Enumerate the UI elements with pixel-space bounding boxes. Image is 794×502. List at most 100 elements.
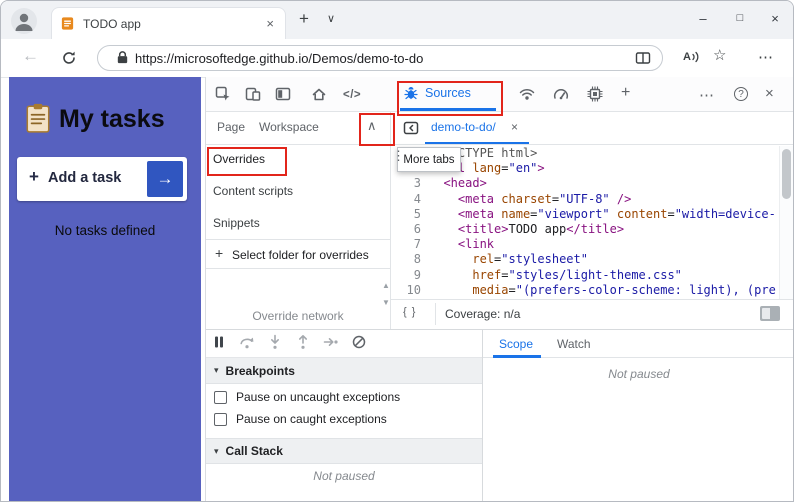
bug-icon	[404, 87, 418, 100]
scope-active-underline	[493, 355, 541, 358]
read-aloud-letter: A	[683, 51, 691, 63]
select-folder-button[interactable]: Select folder for overrides	[232, 248, 369, 262]
browser-window: TODO app × + ∨ – □ × ← https://microsoft…	[0, 0, 794, 502]
browser-settings-more-icon[interactable]: ⋯	[758, 48, 773, 66]
code-line: 6 <title>TODO app</title>	[391, 222, 779, 237]
menu-item-overrides[interactable]: Overrides	[213, 152, 265, 166]
pause-uncaught-label: Pause on uncaught exceptions	[236, 390, 401, 404]
code-line: 4 <meta charset="UTF-8" />	[391, 192, 779, 207]
hide-navigator-icon[interactable]	[403, 120, 419, 136]
person-icon	[15, 13, 33, 31]
line-number[interactable]: 8	[391, 252, 429, 267]
step-out-icon[interactable]	[295, 334, 311, 350]
more-options-icon[interactable]: ⋮	[392, 148, 405, 164]
close-window-button[interactable]: ×	[763, 11, 787, 26]
split-screen-icon[interactable]	[635, 50, 651, 66]
url-text[interactable]: https://microsoftedge.github.io/Demos/de…	[135, 51, 423, 66]
favorites-star-icon[interactable]: ☆	[713, 46, 726, 64]
devtools-more-icon[interactable]: ⋯	[699, 86, 714, 104]
step-over-icon[interactable]	[239, 334, 255, 350]
tab-list-chevron-icon[interactable]: ∨	[327, 12, 335, 25]
sources-tab-label: Sources	[425, 86, 471, 100]
add-task-arrow-box[interactable]: →	[147, 161, 183, 197]
code-line: 9 href="styles/light-theme.css"	[391, 268, 779, 283]
tab-close-icon[interactable]: ×	[263, 16, 277, 31]
maximize-button[interactable]: □	[728, 12, 752, 24]
line-number[interactable]: 3	[391, 176, 429, 191]
pause-caught-row[interactable]: Pause on caught exceptions	[214, 412, 387, 426]
navigator-tab-page[interactable]: Page	[217, 120, 245, 134]
code-text: <title>TODO app</title>	[457, 222, 625, 237]
app-title: My tasks	[59, 105, 165, 133]
scroll-down-icon[interactable]: ▼	[382, 298, 390, 307]
devtools-help-icon[interactable]: ?	[734, 87, 748, 101]
editor-scrollbar-thumb[interactable]	[782, 149, 791, 199]
menu-divider	[206, 239, 390, 240]
new-tab-button[interactable]: +	[299, 9, 309, 29]
welcome-home-icon[interactable]	[311, 86, 327, 102]
editor-tab-underline	[425, 142, 529, 144]
select-folder-plus-icon[interactable]: +	[215, 245, 223, 261]
tab-scope[interactable]: Scope	[499, 337, 533, 351]
inspect-icon[interactable]	[215, 86, 231, 102]
device-emulation-icon[interactable]	[245, 86, 261, 102]
line-number[interactable]: 5	[391, 207, 429, 222]
scroll-up-icon[interactable]: ▲	[382, 281, 390, 290]
override-network-text: Override network	[252, 309, 344, 323]
elements-code-icon[interactable]: </>	[343, 89, 361, 101]
tab-title: TODO app	[83, 16, 141, 31]
scope-pane-divider	[482, 330, 483, 501]
line-number[interactable]: 6	[391, 222, 429, 237]
step-into-icon[interactable]	[267, 334, 283, 350]
line-number[interactable]: 10	[391, 283, 429, 298]
code-line: 5 <meta name="viewport" content="width=d…	[391, 207, 779, 222]
step-icon[interactable]	[323, 334, 339, 350]
performance-icon[interactable]	[553, 86, 569, 102]
menu-item-content-scripts[interactable]: Content scripts	[213, 184, 293, 198]
pause-uncaught-row[interactable]: Pause on uncaught exceptions	[214, 390, 400, 404]
browser-tab[interactable]: TODO app ×	[51, 7, 286, 39]
more-tools-plus-icon[interactable]: +	[621, 84, 630, 102]
breakpoints-label: Breakpoints	[225, 363, 295, 378]
tab-watch[interactable]: Watch	[557, 337, 591, 351]
tab-strip: TODO app × + ∨ – □ ×	[1, 1, 793, 39]
editor-tab-close-icon[interactable]: ×	[511, 120, 518, 134]
read-aloud-button[interactable]: A	[683, 49, 705, 65]
lock-icon[interactable]	[115, 50, 130, 65]
call-stack-section-header[interactable]: ▾ Call Stack	[206, 438, 482, 464]
code-line: 8 rel="stylesheet"	[391, 252, 779, 267]
todo-app-panel	[9, 77, 201, 501]
code-text: <link	[457, 237, 495, 252]
coverage-status: Coverage: n/a	[445, 307, 521, 321]
media-icon[interactable]	[759, 305, 781, 322]
line-number[interactable]: 7	[391, 237, 429, 252]
pause-caught-checkbox[interactable]	[214, 412, 227, 426]
dock-side-icon[interactable]	[275, 86, 291, 102]
empty-tasks-message: No tasks defined	[54, 223, 156, 238]
deactivate-breakpoints-icon[interactable]	[351, 334, 367, 350]
pretty-print-button[interactable]: { }	[403, 306, 416, 318]
code-text: <meta name="viewport" content="width=dev…	[457, 206, 776, 221]
profile-avatar[interactable]	[11, 8, 37, 34]
pause-icon[interactable]	[211, 334, 227, 350]
debugger-status: Not paused	[313, 469, 375, 483]
navigator-tab-workspace[interactable]: Workspace	[259, 120, 319, 134]
more-tabs-button[interactable]: ∧	[367, 118, 377, 134]
tab-sources[interactable]: Sources	[403, 85, 471, 101]
pause-uncaught-checkbox[interactable]	[214, 390, 227, 404]
devtools-close-icon[interactable]: ×	[765, 85, 774, 102]
collapse-triangle-icon: ▾	[214, 445, 219, 456]
code-text: rel="stylesheet"	[472, 252, 588, 267]
menu-item-snippets[interactable]: Snippets	[213, 216, 260, 230]
memory-icon[interactable]	[587, 86, 603, 102]
refresh-button[interactable]	[61, 50, 77, 66]
minimize-button[interactable]: –	[691, 11, 715, 26]
editor-tab-demo-to-do[interactable]: demo-to-do/	[431, 120, 496, 134]
line-number[interactable]: 4	[391, 192, 429, 207]
line-number[interactable]: 9	[391, 268, 429, 283]
back-button[interactable]: ←	[22, 46, 39, 66]
network-icon[interactable]	[519, 86, 535, 102]
select-folder-border	[206, 268, 390, 269]
code-line: 10 media="(prefers-color-scheme: light),…	[391, 283, 779, 298]
breakpoints-section-header[interactable]: ▾ Breakpoints	[206, 358, 482, 384]
